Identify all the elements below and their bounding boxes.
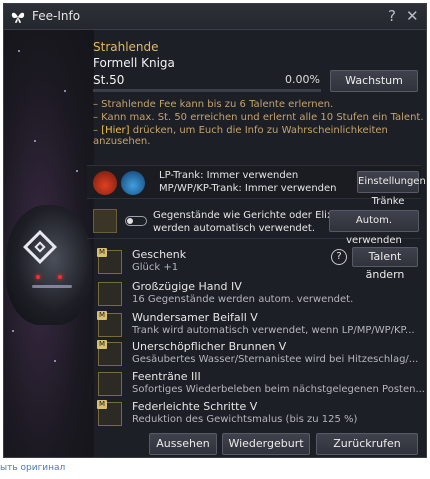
food-text-1: Gegenstände wie Gerichte oder Elixiere xyxy=(153,210,352,221)
growth-button[interactable]: Wachstum xyxy=(330,70,418,92)
fairy-portrait xyxy=(6,205,92,325)
note-line-3: – [Hier] drücken, um Euch die Info zu Wa… xyxy=(93,125,388,147)
exp-progress-bar xyxy=(93,89,321,92)
auto-use-toggle[interactable] xyxy=(125,216,147,226)
note-line-2: – Kann max. St. 50 erreichen und erlernt… xyxy=(93,112,424,123)
lp-potion-status: LP-Trank: Immer verwenden xyxy=(159,170,299,181)
talent-item: M Unerschöpflicher Brunnen V Gesäubertes… xyxy=(97,340,419,366)
fairy-level: St.50 xyxy=(93,73,125,87)
food-auto-use-row: Gegenstände wie Gerichte oder Elixiere w… xyxy=(87,205,421,246)
feather-icon: M xyxy=(97,400,122,426)
appearance-button[interactable]: Aussehen xyxy=(149,433,217,455)
mp-potion-status: MP/WP/KP-Trank: Immer verwenden xyxy=(159,183,337,194)
close-button[interactable]: ✕ xyxy=(406,6,419,26)
recall-button[interactable]: Zurückrufen xyxy=(316,433,418,455)
potion-settings-button[interactable]: Einstellungen Tränke xyxy=(357,171,426,207)
applause-icon: M xyxy=(97,311,122,337)
fairy-name: Formell Kniga xyxy=(93,56,175,70)
talent-item: M Geschenk Glück +1 xyxy=(97,248,187,274)
help-button[interactable]: ? xyxy=(388,6,396,26)
note-line-1: – Strahlende Fee kann bis zu 6 Talente e… xyxy=(93,99,334,110)
fairy-emblem-icon xyxy=(23,230,57,264)
talent-item: M Federleichte Schritte V Reduktion des … xyxy=(97,400,358,426)
window-title: Fee-Info xyxy=(32,9,81,23)
title-bar[interactable]: Fee-Info ? ✕ xyxy=(4,4,426,30)
fountain-icon: M xyxy=(97,340,122,366)
original-link[interactable]: ыть оригинал xyxy=(0,463,65,473)
butterfly-icon xyxy=(11,12,25,23)
hand-icon xyxy=(98,282,122,306)
hp-potion-icon xyxy=(93,171,117,195)
tear-icon xyxy=(98,372,122,396)
rebirth-button[interactable]: Wiedergeburt xyxy=(222,433,310,455)
mp-potion-icon xyxy=(121,171,145,195)
fairy-type: Strahlende xyxy=(93,40,159,54)
talent-item: Großzügige Hand IV 16 Gegenstände werden… xyxy=(94,280,424,310)
talent-item: M Wundersamer Beifall V Trank wird autom… xyxy=(97,311,415,337)
food-text-2: werden automatisch verwendet. xyxy=(153,223,316,234)
talent-item: Feenträne III Sofortiges Wiederbeleben b… xyxy=(94,370,425,400)
gift-icon: M xyxy=(97,248,122,274)
auto-use-button[interactable]: Autom. verwenden xyxy=(329,210,419,246)
potion-settings-row: LP-Trank: Immer verwenden MP/WP/KP-Trank… xyxy=(87,165,426,207)
exp-percent: 0.00% xyxy=(285,73,320,86)
food-icon xyxy=(93,209,117,233)
fairy-portrait-background xyxy=(4,30,94,457)
probability-info-link[interactable]: [Hier] xyxy=(101,125,129,136)
